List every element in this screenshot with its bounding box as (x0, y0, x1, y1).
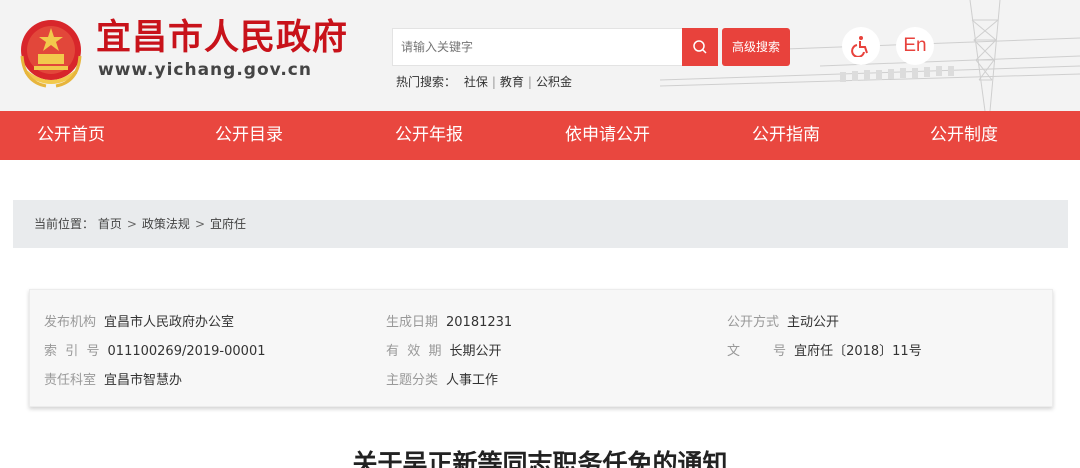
hot-search: 热门搜索： 社保 | 教育 | 公积金 (396, 75, 572, 89)
nav-item-annual-report[interactable]: 公开年报 (395, 111, 463, 160)
site-header: 宜昌市人民政府 www.yichang.gov.cn 高级搜索 热门搜索： 社保… (0, 0, 1080, 111)
breadcrumb-item[interactable]: 宜府任 (210, 217, 246, 231)
national-emblem-icon (20, 20, 82, 88)
meta-document-number: 文 号宜府任〔2018〕11号 (727, 344, 922, 359)
breadcrumb-item[interactable]: 首页 (98, 217, 122, 231)
search-input[interactable] (401, 30, 674, 64)
nav-item-system[interactable]: 公开制度 (930, 111, 998, 160)
hot-search-label: 热门搜索： (396, 75, 457, 89)
breadcrumb-label: 当前位置： (34, 217, 95, 231)
accessibility-button[interactable] (842, 27, 880, 65)
main-nav: 公开首页 公开目录 公开年报 依申请公开 公开指南 公开制度 (0, 111, 1080, 160)
meta-department: 责任科室 宜昌市智慧办 (44, 373, 183, 388)
breadcrumb: 当前位置： 首页 > 政策法规 > 宜府任 (13, 200, 1068, 248)
hot-search-term[interactable]: 公积金 (536, 75, 572, 89)
meta-publisher: 发布机构 宜昌市人民政府办公室 (44, 315, 235, 330)
search-button[interactable] (682, 28, 718, 66)
chevron-right-icon: > (126, 217, 137, 231)
site-title: 宜昌市人民政府 (96, 17, 349, 58)
advanced-search-button[interactable]: 高级搜索 (722, 28, 790, 66)
meta-validity: 有 效 期长期公开 (386, 344, 502, 359)
document-meta: 发布机构 宜昌市人民政府办公室 生成日期 20181231 公开方式 主动公开 索 引… (29, 289, 1053, 407)
wheelchair-icon (851, 36, 868, 57)
nav-item-home[interactable]: 公开首页 (37, 111, 105, 160)
search-icon (693, 40, 707, 54)
chevron-right-icon: > (194, 217, 205, 231)
nav-item-request[interactable]: 依申请公开 (565, 111, 650, 160)
breadcrumb-item[interactable]: 政策法规 (142, 217, 190, 231)
meta-topic: 主题分类 人事工作 (386, 373, 499, 388)
meta-date: 生成日期 20181231 (386, 315, 513, 330)
article-title: 关于吴正新等同志职务任免的通知 (352, 449, 728, 468)
hot-search-term[interactable]: 社保 (464, 75, 488, 89)
meta-index: 索 引 号 011100269/2019-00001 (44, 344, 266, 359)
hot-search-term[interactable]: 教育 (500, 75, 524, 89)
language-switch-button[interactable]: En (896, 27, 934, 65)
nav-item-catalog[interactable]: 公开目录 (215, 111, 283, 160)
site-url: www.yichang.gov.cn (98, 60, 312, 80)
search-box[interactable] (392, 28, 682, 66)
meta-mode: 公开方式 主动公开 (727, 315, 840, 330)
nav-item-guide[interactable]: 公开指南 (752, 111, 820, 160)
